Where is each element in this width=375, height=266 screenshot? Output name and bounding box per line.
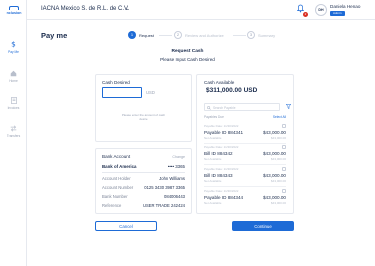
step-number: 1: [128, 31, 136, 39]
payable-name: Payable ID 884341: [204, 130, 244, 135]
payable-date: Payable Date: 11/30/2022: [204, 145, 239, 149]
sidebar-item-label: Transfers: [6, 134, 21, 138]
logo[interactable]: nclusion: [3, 6, 25, 15]
notification-badge: 2: [303, 12, 308, 17]
payable-sub-label: Net Available: [204, 157, 222, 161]
step-label: Request: [139, 33, 154, 38]
svg-text:$: $: [11, 40, 16, 48]
sidebar-item-invoices[interactable]: Invoices: [0, 97, 27, 110]
masked-account-number: •••• 3365: [167, 164, 185, 169]
payable-sub-value: $43,000.00: [270, 136, 286, 140]
list-header: Payables Due: [204, 115, 224, 119]
list-item[interactable]: Payable Date: 11/30/2022 Bill ID 884343 …: [204, 167, 286, 187]
logo-mark-icon: [9, 6, 19, 10]
payable-amount: $43,000.00: [263, 130, 286, 135]
bank-detail-key: Bank Number: [102, 194, 128, 199]
step-number: 3: [247, 31, 255, 39]
continue-button[interactable]: Continue: [232, 221, 294, 231]
cash-available-amount: $311,000.00 USD: [206, 87, 258, 94]
select-all-link[interactable]: Select All: [273, 115, 286, 119]
payable-search-input[interactable]: Search Payable: [204, 103, 280, 111]
sidebar-item-label: Invoices: [7, 106, 20, 110]
invoice-icon: [10, 97, 17, 104]
cash-available-label: Cash Available: [204, 80, 235, 85]
user-name: Daniela Henao: [330, 4, 361, 9]
payable-checkbox[interactable]: [282, 189, 286, 193]
cash-desired-card: Cash Desired USD Please enter the amount…: [95, 74, 192, 142]
cash-amount-input[interactable]: [102, 87, 142, 98]
currency-label: USD: [146, 90, 155, 95]
payable-name: Bill ID 884342: [204, 151, 233, 156]
payable-amount: $43,000.00: [263, 173, 286, 178]
section-subheading: Please Input Cash Desired: [160, 57, 215, 62]
payable-sub-label: Net Available: [204, 179, 222, 183]
payable-checkbox[interactable]: [282, 145, 286, 149]
search-placeholder: Search Payable: [213, 105, 236, 110]
sidebar: nclusion $ Pay Me Home Invoices Transfer…: [0, 0, 27, 266]
app-root: nclusion $ Pay Me Home Invoices Transfer…: [0, 0, 375, 266]
chevron-down-icon[interactable]: ⌄: [125, 6, 129, 12]
divider: [102, 172, 185, 173]
payable-sub-label: Net Available: [204, 201, 222, 205]
list-item[interactable]: Payable Date: 11/30/2022 Payable ID 8843…: [204, 189, 286, 209]
payable-checkbox[interactable]: [282, 124, 286, 128]
bank-detail-value: 084006443: [164, 194, 185, 199]
input-hint: Please enter the amount of cash desire: [121, 113, 166, 121]
bank-account-label: Bank Account: [102, 154, 131, 159]
transfer-icon: [10, 125, 17, 132]
payable-name: Bill ID 884343: [204, 173, 233, 178]
bank-detail-value: USER TRADE 242424: [142, 203, 185, 208]
section-heading: Request Cash: [171, 49, 204, 54]
stepper-line: [233, 35, 246, 36]
payable-sub-value: $43,000.00: [270, 201, 286, 205]
bank-detail-key: Account Number: [102, 185, 134, 190]
sidebar-item-label: Home: [9, 79, 18, 83]
list-item[interactable]: Payable Date: 11/30/2022 Bill ID 884342 …: [204, 145, 286, 165]
filter-icon[interactable]: [286, 104, 291, 109]
payable-sub-label: Net Available: [204, 136, 222, 140]
bank-detail-key: Account Holder: [102, 176, 131, 181]
payable-sub-value: $43,000.00: [270, 157, 286, 161]
cash-available-card: Cash Available $311,000.00 USD Search Pa…: [196, 74, 294, 214]
bank-account-card: Bank Account Change Bank of America ••••…: [95, 148, 192, 214]
list-header-row: Payables Due Select All: [204, 115, 286, 119]
bank-detail-key: Reference: [102, 203, 122, 208]
list-item[interactable]: Payable Date: 11/30/2022 Payable ID 8843…: [204, 124, 286, 144]
company-selector[interactable]: IACNA Mexico S. de R.L. de C.V.: [41, 6, 129, 12]
sidebar-item-home[interactable]: Home: [0, 70, 27, 83]
step-label: Summary: [258, 33, 276, 38]
avatar[interactable]: DH: [315, 4, 327, 16]
cancel-button[interactable]: Cancel: [95, 221, 157, 231]
bank-name: Bank of America: [102, 164, 137, 169]
payable-amount: $43,000.00: [263, 195, 286, 200]
payable-name: Payable ID 884344: [204, 195, 244, 200]
sidebar-item-transfers[interactable]: Transfers: [0, 125, 27, 138]
stepper-line: [159, 35, 172, 36]
payable-date: Payable Date: 11/30/2022: [204, 189, 239, 193]
step-label: Review and Authorize: [185, 33, 224, 38]
cash-desired-label: Cash Desired: [102, 80, 130, 85]
home-icon: [10, 70, 17, 77]
page-title: Pay me: [41, 31, 68, 40]
change-bank-link[interactable]: Change: [172, 155, 185, 159]
bank-detail-value: 0125 3430 3987 3365: [144, 185, 185, 190]
user-role-badge: Admin: [330, 11, 345, 16]
payable-checkbox[interactable]: [282, 167, 286, 171]
payable-date: Payable Date: 11/30/2022: [204, 124, 239, 128]
payable-amount: $43,000.00: [263, 151, 286, 156]
logo-text: nclusion: [6, 11, 22, 15]
payable-date: Payable Date: 11/30/2022: [204, 167, 239, 171]
top-header: IACNA Mexico S. de R.L. de C.V. ⌄ 2 DH D…: [27, 0, 375, 20]
dollar-icon: $: [11, 40, 16, 48]
step-number: 2: [174, 31, 182, 39]
search-icon: [207, 105, 211, 110]
payable-sub-value: $43,000.00: [270, 179, 286, 183]
bank-detail-value: John Williams: [159, 176, 185, 181]
